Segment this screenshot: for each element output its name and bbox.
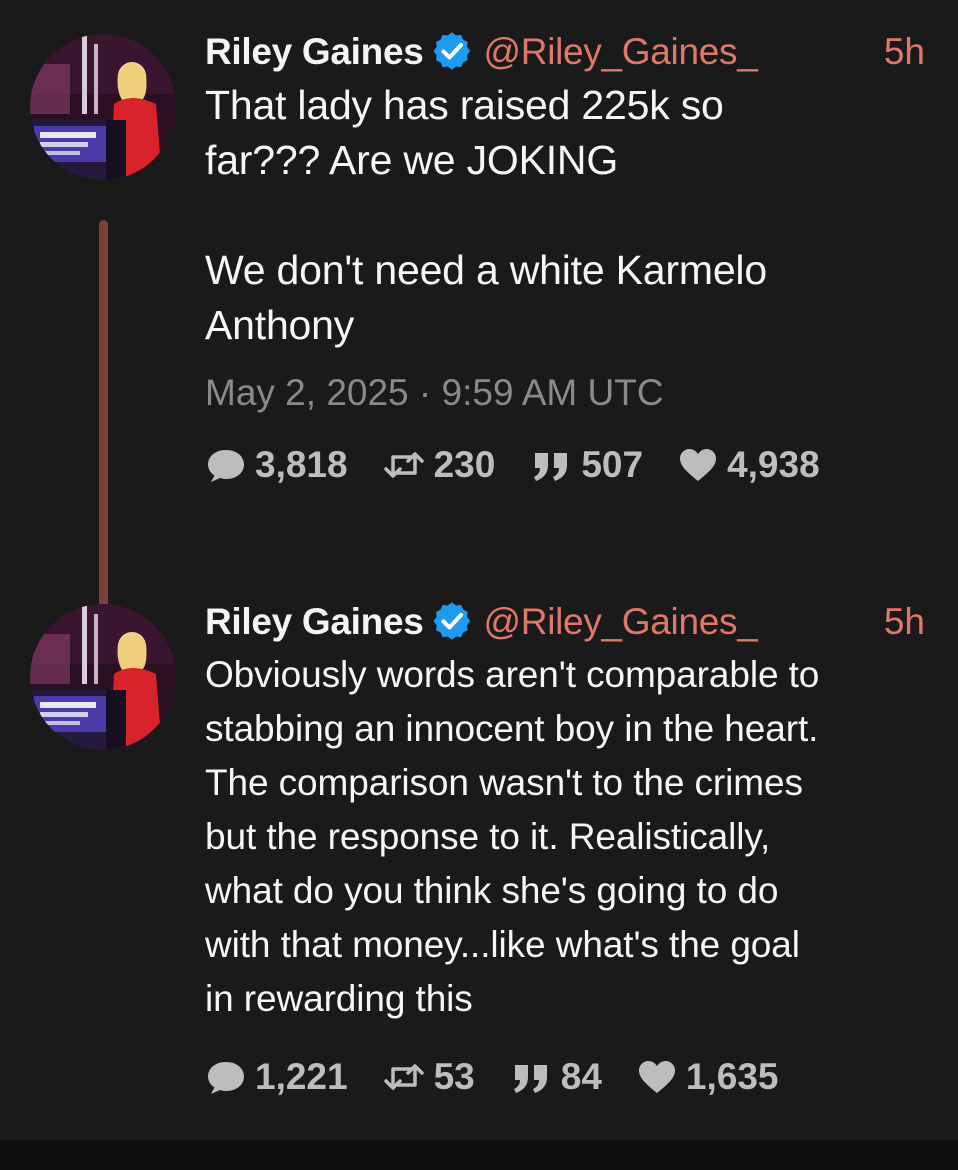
tweet-content: Riley Gaines @Riley_Gaines_ 5h Obviously… <box>205 598 935 1102</box>
author-name[interactable]: Riley Gaines <box>205 31 424 72</box>
retweet-count: 53 <box>433 1056 475 1097</box>
verified-badge-icon <box>432 602 470 640</box>
avatar[interactable] <box>30 604 176 750</box>
thread-connector-line <box>99 220 108 612</box>
author-name[interactable]: Riley Gaines <box>205 601 424 642</box>
quote-icon <box>534 453 568 481</box>
tweet-stats: 3,818 230 507 4,938 <box>205 440 935 490</box>
quote-button[interactable]: 507 <box>529 444 643 486</box>
quote-count: 84 <box>560 1056 602 1097</box>
reply-count: 3,818 <box>255 444 348 485</box>
tweet-timestamp[interactable]: 5h <box>884 28 925 76</box>
tweet-header: Riley Gaines @Riley_Gaines_ 5h <box>205 28 935 76</box>
verified-badge-icon <box>432 32 470 70</box>
like-count: 4,938 <box>727 444 820 485</box>
like-button[interactable]: 1,635 <box>636 1056 779 1098</box>
reply-button[interactable]: 1,221 <box>205 1056 348 1098</box>
retweet-icon <box>383 452 424 478</box>
quote-count: 507 <box>581 444 644 485</box>
retweet-button[interactable]: 230 <box>382 444 496 486</box>
bottom-bar <box>0 1140 958 1170</box>
comment-bubble-icon <box>208 450 244 482</box>
retweet-button[interactable]: 53 <box>382 1056 475 1098</box>
retweet-count: 230 <box>433 444 496 485</box>
tweet-stats: 1,221 53 84 1,635 <box>205 1052 935 1102</box>
avatar[interactable] <box>30 34 176 180</box>
quote-button[interactable]: 84 <box>509 1056 602 1098</box>
like-button[interactable]: 4,938 <box>677 444 820 486</box>
tweet-text: That lady has raised 225k so far??? Are … <box>205 82 767 348</box>
author-handle[interactable]: @Riley_Gaines_ <box>484 601 758 642</box>
quote-icon <box>513 1065 547 1093</box>
tweet-date[interactable]: May 2, 2025 · 9:59 AM UTC <box>205 370 935 416</box>
retweet-icon <box>383 1064 424 1090</box>
heart-icon <box>680 449 717 481</box>
tweet-content: Riley Gaines @Riley_Gaines_ 5h That lady… <box>205 28 935 490</box>
heart-icon <box>638 1061 675 1093</box>
comment-bubble-icon <box>208 1062 244 1094</box>
reply-count: 1,221 <box>255 1056 348 1097</box>
tweet-text: Obviously words aren't comparable to sta… <box>205 654 820 1019</box>
tweet-header: Riley Gaines @Riley_Gaines_ 5h <box>205 598 935 646</box>
like-count: 1,635 <box>685 1056 779 1097</box>
tweet-thread: Riley Gaines @Riley_Gaines_ 5h That lady… <box>0 0 958 1140</box>
reply-button[interactable]: 3,818 <box>205 444 348 486</box>
author-handle[interactable]: @Riley_Gaines_ <box>484 31 758 72</box>
tweet-timestamp[interactable]: 5h <box>884 598 925 646</box>
